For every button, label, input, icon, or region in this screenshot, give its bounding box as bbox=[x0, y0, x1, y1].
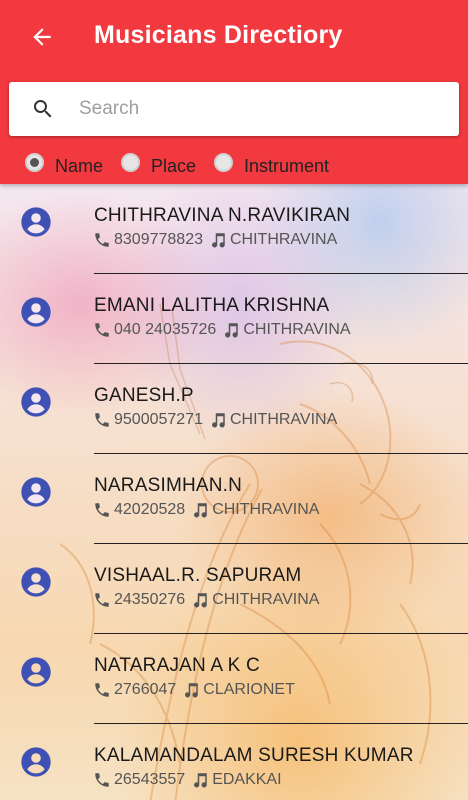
account-circle-icon bbox=[21, 207, 51, 237]
list-item[interactable]: NATARAJAN A K C 2766047 CLARIONET bbox=[0, 634, 468, 724]
app-bar: Musicians Directiory Name Place Instrume… bbox=[0, 0, 468, 184]
account-circle-icon bbox=[21, 747, 51, 777]
radio-name-circle[interactable] bbox=[25, 153, 44, 172]
radio-instrument[interactable]: Instrument bbox=[214, 152, 329, 176]
musician-phone: 26543557 bbox=[114, 771, 186, 788]
musician-name: CHITHRAVINA N.RAVIKIRAN bbox=[94, 205, 351, 226]
search-box[interactable] bbox=[9, 82, 459, 136]
musician-name: GANESH.P bbox=[94, 385, 194, 406]
radio-name-label: Name bbox=[55, 156, 104, 176]
musician-phone: 2766047 bbox=[114, 681, 177, 698]
phone-icon bbox=[95, 503, 109, 517]
account-circle-icon bbox=[21, 567, 51, 597]
account-circle-icon bbox=[21, 387, 51, 417]
phone-icon bbox=[95, 683, 109, 697]
music-note-icon bbox=[194, 593, 207, 608]
musician-instrument: CHITHRAVINA bbox=[229, 411, 338, 428]
back-button[interactable] bbox=[22, 20, 62, 54]
account-circle-icon bbox=[21, 297, 51, 327]
radio-instrument-label: Instrument bbox=[244, 156, 330, 176]
radio-place[interactable]: Place bbox=[121, 152, 196, 176]
musician-name: EMANI LALITHA KRISHNA bbox=[94, 295, 330, 316]
list-item[interactable]: NARASIMHAN.N 42020528 CHITHRAVINA bbox=[0, 454, 468, 544]
musician-name: VISHAAL.R. SAPURAM bbox=[94, 565, 302, 586]
search-input[interactable] bbox=[79, 90, 439, 128]
list-item[interactable]: EMANI LALITHA KRISHNA 040 24035726 CHITH… bbox=[0, 274, 468, 364]
music-note-icon bbox=[194, 773, 207, 788]
musician-name: NARASIMHAN.N bbox=[94, 475, 243, 496]
musician-instrument: CLARIONET bbox=[203, 681, 295, 698]
musician-phone: 8309778823 bbox=[114, 231, 203, 248]
account-circle-icon bbox=[21, 657, 51, 687]
music-note-icon bbox=[185, 683, 199, 698]
list-item[interactable]: GANESH.P 9500057271 CHITHRAVINA bbox=[0, 364, 468, 454]
musician-details: 2766047 CLARIONET bbox=[93, 681, 295, 699]
musician-instrument: CHITHRAVINA bbox=[212, 591, 320, 608]
musician-instrument: CHITHRAVINA bbox=[212, 501, 320, 518]
radio-name[interactable]: Name bbox=[25, 152, 103, 176]
list-item[interactable]: VISHAAL.R. SAPURAM 24350276 CHITHRAVINA bbox=[0, 544, 468, 634]
music-note-icon bbox=[225, 323, 239, 338]
account-circle-icon bbox=[21, 477, 51, 507]
musician-instrument: CHITHRAVINA bbox=[229, 231, 338, 248]
musician-instrument: EDAKKAI bbox=[212, 771, 282, 788]
musician-phone: 42020528 bbox=[114, 501, 186, 518]
musician-phone: 24350276 bbox=[114, 591, 186, 608]
musician-details: 8309778823 CHITHRAVINA bbox=[93, 231, 337, 249]
radio-place-label: Place bbox=[151, 156, 197, 176]
list-item[interactable]: KALAMANDALAM SURESH KUMAR 26543557 EDAKK… bbox=[0, 724, 468, 800]
musician-phone: 040 24035726 bbox=[114, 321, 217, 338]
musician-details: 040 24035726 CHITHRAVINA bbox=[93, 321, 351, 339]
phone-icon bbox=[95, 413, 109, 427]
music-note-icon bbox=[212, 233, 225, 248]
search-icon bbox=[34, 100, 52, 118]
phone-icon bbox=[95, 323, 109, 337]
music-note-icon bbox=[194, 503, 207, 518]
radio-place-circle[interactable] bbox=[121, 153, 140, 172]
phone-icon bbox=[95, 773, 109, 787]
musician-details: 24350276 CHITHRAVINA bbox=[93, 591, 319, 609]
list-item[interactable]: CHITHRAVINA N.RAVIKIRAN 8309778823 CHITH… bbox=[0, 184, 468, 274]
musician-details: 26543557 EDAKKAI bbox=[93, 771, 282, 789]
musicians-list[interactable]: CHITHRAVINA N.RAVIKIRAN 8309778823 CHITH… bbox=[0, 184, 468, 800]
musician-instrument: CHITHRAVINA bbox=[243, 321, 351, 338]
phone-icon bbox=[95, 233, 109, 247]
music-note-icon bbox=[212, 413, 225, 428]
phone-icon bbox=[95, 593, 109, 607]
radio-instrument-circle[interactable] bbox=[214, 153, 233, 172]
musician-name: KALAMANDALAM SURESH KUMAR bbox=[94, 745, 414, 766]
musician-name: NATARAJAN A K C bbox=[94, 655, 260, 676]
musician-details: 9500057271 CHITHRAVINA bbox=[93, 411, 337, 429]
arrow-back-icon bbox=[33, 28, 51, 46]
musician-details: 42020528 CHITHRAVINA bbox=[93, 501, 319, 519]
musician-phone: 9500057271 bbox=[114, 411, 203, 428]
page-title: Musicians Directiory bbox=[94, 21, 343, 49]
